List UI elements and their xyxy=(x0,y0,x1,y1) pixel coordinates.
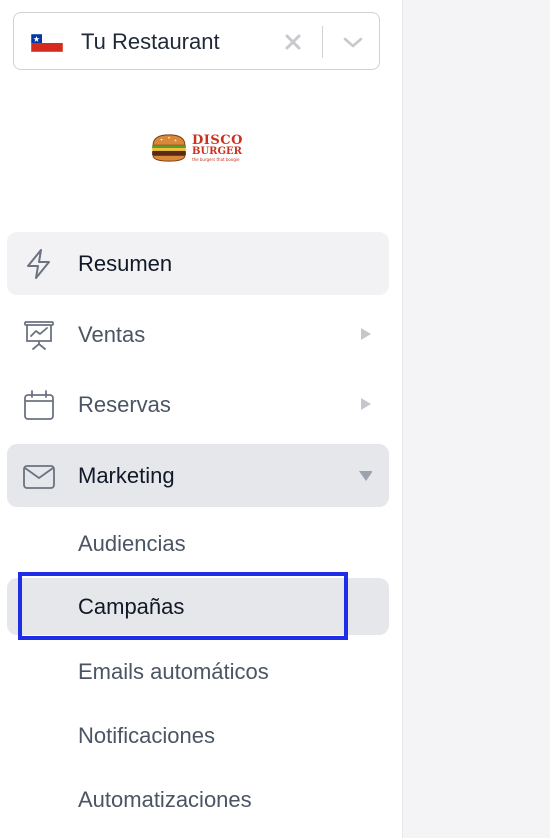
restaurant-select[interactable]: Tu Restaurant xyxy=(13,12,380,70)
sub-label-automatizaciones: Automatizaciones xyxy=(78,787,252,812)
highlight-box xyxy=(18,572,348,640)
lightning-icon xyxy=(27,249,50,279)
disco-burger-logo: DISCO BURGER the burgers that boogie xyxy=(148,128,248,170)
nav-label-ventas: Ventas xyxy=(78,322,146,347)
caret-right-icon xyxy=(361,328,371,340)
nav-label-reservas: Reservas xyxy=(78,392,171,417)
sub-item-audiencias[interactable]: Audiencias xyxy=(7,515,389,572)
sub-label-audiencias: Audiencias xyxy=(78,531,186,556)
calendar-icon xyxy=(24,390,54,420)
close-icon[interactable] xyxy=(281,30,305,54)
burger-icon xyxy=(152,134,186,162)
select-divider xyxy=(322,26,323,58)
main-content xyxy=(403,0,550,838)
restaurant-name: Tu Restaurant xyxy=(81,29,220,54)
sub-item-emails-automaticos[interactable]: Emails automáticos xyxy=(7,643,389,700)
chevron-down-icon[interactable] xyxy=(340,30,366,54)
logo-text-burger: BURGER xyxy=(192,146,242,157)
caret-down-icon xyxy=(359,471,372,481)
nav-item-marketing[interactable]: Marketing xyxy=(7,444,389,507)
nav-item-ventas[interactable]: Ventas xyxy=(7,303,389,366)
nav-label-marketing: Marketing xyxy=(78,463,175,488)
nav-item-reservas[interactable]: Reservas xyxy=(7,373,389,436)
sub-item-notificaciones[interactable]: Notificaciones xyxy=(7,707,389,764)
nav-item-resumen[interactable]: Resumen xyxy=(7,232,389,295)
presentation-chart-icon xyxy=(24,321,54,350)
nav-label-resumen: Resumen xyxy=(78,251,173,276)
logo-tagline: the burgers that boogie xyxy=(192,157,240,162)
sub-item-automatizaciones[interactable]: Automatizaciones xyxy=(7,771,389,828)
chile-flag-icon xyxy=(31,34,63,52)
sidebar: Tu Restaurant DISCO BURGER the burgers t… xyxy=(0,0,403,838)
mail-icon xyxy=(23,465,55,489)
caret-right-icon xyxy=(361,398,371,410)
sub-label-notificaciones: Notificaciones xyxy=(78,723,215,748)
sub-label-emails-automaticos: Emails automáticos xyxy=(78,659,269,684)
